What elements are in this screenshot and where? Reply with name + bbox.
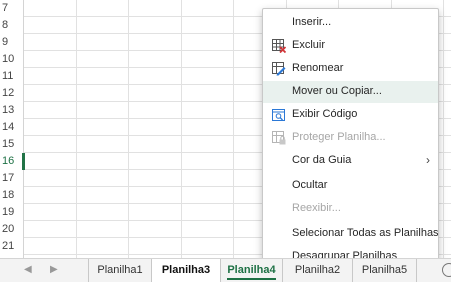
row-header[interactable]: 10 (0, 51, 24, 68)
delete-sheet-icon (272, 39, 287, 54)
chevron-right-icon: › (426, 153, 430, 167)
menu-item-label: Inserir... (292, 16, 332, 28)
scroll-tabs-right-icon[interactable]: ▶ (50, 264, 58, 275)
view-code-icon (272, 108, 286, 122)
menu-item-proteger-planilha: Proteger Planilha... (263, 127, 438, 149)
menu-item-label: Proteger Planilha... (292, 131, 386, 143)
protect-sheet-icon (272, 131, 286, 145)
sheet-tab-context-menu: Inserir... Excluir Renomear Mover ou Cop… (262, 8, 439, 270)
menu-item-label: Renomear (292, 62, 344, 74)
menu-item-reexibir: Reexibir... (263, 198, 438, 220)
row-header[interactable]: 9 (0, 34, 24, 51)
row-header[interactable]: 14 (0, 119, 24, 136)
row-header[interactable]: 20 (0, 221, 24, 238)
row-header[interactable]: 7 (0, 0, 24, 17)
menu-item-label: Excluir (292, 39, 326, 51)
menu-item-label: Cor da Guia (292, 154, 352, 166)
active-row-indicator (22, 153, 25, 170)
sheet-tab-planilha1[interactable]: Planilha1 (88, 259, 152, 282)
sheet-tab-planilha5[interactable]: Planilha5 (353, 259, 417, 282)
menu-item-inserir[interactable]: Inserir... (263, 12, 438, 34)
menu-item-label: Mover ou Copiar... (292, 85, 382, 97)
row-header[interactable]: 8 (0, 17, 24, 34)
scroll-tabs-left-icon[interactable]: ◀ (24, 264, 32, 275)
menu-item-exibir-codigo[interactable]: Exibir Código (263, 104, 438, 126)
row-header[interactable]: 18 (0, 187, 24, 204)
menu-item-cor-guia[interactable]: Cor da Guia › (263, 150, 438, 172)
menu-item-ocultar[interactable]: Ocultar (263, 175, 438, 197)
sheet-tab-planilha2[interactable]: Planilha2 (283, 259, 353, 282)
menu-item-label: Selecionar Todas as Planilhas (292, 227, 439, 239)
menu-item-renomear[interactable]: Renomear (263, 58, 438, 80)
row-header[interactable]: 12 (0, 85, 24, 102)
menu-item-mover-copiar[interactable]: Mover ou Copiar... (263, 81, 438, 103)
sheet-tab-planilha3[interactable]: Planilha3 (151, 259, 221, 282)
row-header[interactable]: 17 (0, 170, 24, 187)
row-header[interactable]: 15 (0, 136, 24, 153)
menu-item-label: Reexibir... (292, 202, 341, 214)
menu-item-selecionar-todas[interactable]: Selecionar Todas as Planilhas (263, 223, 439, 245)
menu-item-excluir[interactable]: Excluir (263, 35, 438, 57)
sheet-tab-planilha4[interactable]: Planilha4 (221, 259, 283, 282)
menu-item-label: Exibir Código (292, 108, 358, 120)
row-header[interactable]: 11 (0, 68, 24, 85)
add-sheet-icon[interactable] (442, 263, 451, 277)
row-header-active[interactable]: 16 (0, 153, 24, 170)
row-header[interactable]: 13 (0, 102, 24, 119)
row-header[interactable]: 19 (0, 204, 24, 221)
rename-sheet-icon (272, 62, 286, 76)
row-header[interactable]: 21 (0, 238, 24, 255)
sheet-tab-bar: ◀ ▶ Planilha1 Planilha3 Planilha4 Planil… (0, 258, 451, 282)
menu-item-label: Ocultar (292, 179, 328, 191)
